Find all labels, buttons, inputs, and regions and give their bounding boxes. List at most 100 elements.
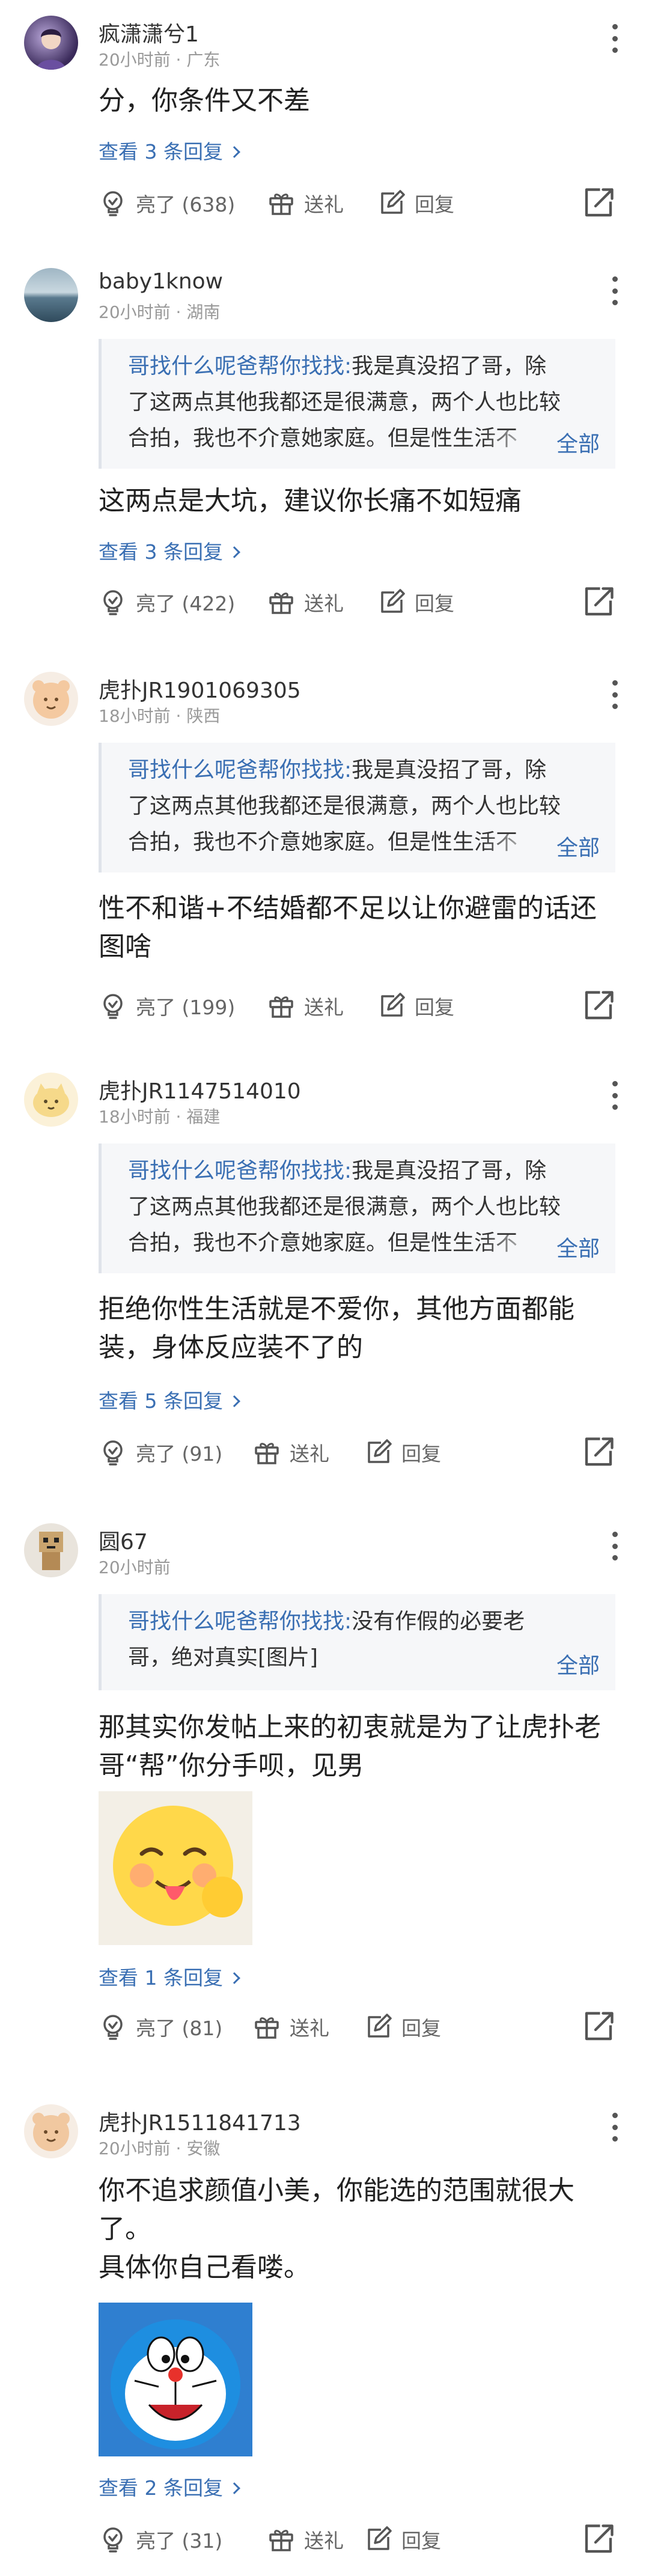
reply-button[interactable]: 回复: [377, 988, 454, 1024]
like-button[interactable]: 亮了 (422): [99, 584, 235, 620]
comment-text-line: 哥“帮”你分手呗，见男: [99, 1750, 364, 1781]
avatar[interactable]: [24, 2104, 78, 2158]
more-vertical-icon[interactable]: [607, 1077, 623, 1113]
comment-meta: 18小时前 · 福建: [99, 1107, 221, 1127]
username[interactable]: 圆67: [99, 1524, 148, 1556]
quote-author[interactable]: 哥找什么呢爸帮你找找:: [128, 354, 352, 379]
chevron-right-icon: [228, 146, 240, 158]
quoted-comment[interactable]: 哥找什么呢爸帮你找找:没有作假的必要老 哥，绝对真实[图片] 全部: [99, 1594, 615, 1690]
avatar[interactable]: [24, 16, 78, 70]
comment-item: 圆67 20小时前 哥找什么呢爸帮你找找:没有作假的必要老 哥，绝对真实[图片]…: [0, 1523, 649, 2046]
lightbulb-icon: [99, 189, 127, 218]
comment-text-line: 具体你自己看喽。: [99, 2252, 310, 2283]
like-button[interactable]: 亮了 (638): [99, 185, 235, 221]
like-button[interactable]: 亮了 (81): [99, 2009, 222, 2045]
reply-label: 回复: [401, 1442, 441, 1466]
comment-text-line: 图啥: [99, 931, 151, 962]
username[interactable]: 虎扑JR1901069305: [99, 673, 301, 704]
reply-label: 回复: [415, 996, 454, 1019]
quoted-comment[interactable]: 哥找什么呢爸帮你找找:我是真没招了哥，除 了这两点其他我都还是很满意，两个人也比…: [99, 743, 615, 872]
edit-icon: [377, 588, 406, 617]
avatar[interactable]: [24, 672, 78, 726]
sticker-image[interactable]: [99, 1791, 252, 1945]
share-icon[interactable]: [580, 584, 617, 620]
gift-label: 送礼: [290, 2017, 329, 2040]
username[interactable]: 疯潇潇兮1: [99, 17, 199, 48]
username[interactable]: 虎扑JR1147514010: [99, 1074, 301, 1105]
edit-icon: [364, 2525, 393, 2554]
reply-button[interactable]: 回复: [364, 1434, 441, 1470]
expand-all-link[interactable]: 全部: [556, 1231, 600, 1267]
share-icon[interactable]: [580, 2521, 617, 2557]
quote-line: 哥找什么呢爸帮你找找:没有作假的必要老: [128, 1604, 603, 1640]
gift-button[interactable]: 送礼: [267, 584, 344, 620]
view-replies-link[interactable]: 查看 3 条回复: [99, 536, 240, 565]
share-icon[interactable]: [580, 2009, 617, 2045]
sticker-image[interactable]: [99, 2303, 252, 2456]
more-vertical-icon[interactable]: [607, 273, 623, 309]
like-button[interactable]: 亮了 (91): [99, 1434, 222, 1470]
quote-author[interactable]: 哥找什么呢爸帮你找找:: [128, 1159, 352, 1183]
lightbulb-icon: [99, 2525, 127, 2554]
quote-author[interactable]: 哥找什么呢爸帮你找找:: [128, 758, 352, 782]
view-replies-label: 查看 2 条回复: [99, 2476, 223, 2500]
reply-button[interactable]: 回复: [377, 584, 454, 620]
quote-line: 了这两点其他我都还是很满意，两个人也比较: [128, 390, 561, 415]
reply-button[interactable]: 回复: [377, 185, 454, 221]
comment-meta: 20小时前 · 安徽: [99, 2139, 221, 2158]
username[interactable]: 虎扑JR1511841713: [99, 2106, 301, 2137]
share-icon[interactable]: [580, 1434, 617, 1470]
quote-line: 哥找什么呢爸帮你找找:我是真没招了哥，除: [128, 349, 603, 385]
reply-label: 回复: [415, 592, 454, 615]
avatar[interactable]: [24, 1073, 78, 1127]
like-button[interactable]: 亮了 (199): [99, 988, 235, 1024]
quote-author[interactable]: 哥找什么呢爸帮你找找:: [128, 1609, 352, 1634]
gift-button[interactable]: 送礼: [267, 2521, 344, 2557]
gift-icon: [252, 2012, 281, 2041]
share-icon[interactable]: [580, 988, 617, 1024]
lightbulb-icon: [99, 2012, 127, 2041]
quote-line: 哥找什么呢爸帮你找找:我是真没招了哥，除: [128, 752, 603, 788]
share-icon[interactable]: [580, 185, 617, 221]
gift-button[interactable]: 送礼: [252, 1434, 329, 1470]
quoted-comment[interactable]: 哥找什么呢爸帮你找找:我是真没招了哥，除 了这两点其他我都还是很满意，两个人也比…: [99, 1143, 615, 1273]
username[interactable]: baby1know: [99, 269, 223, 294]
more-vertical-icon[interactable]: [607, 677, 623, 713]
comment-meta: 20小时前: [99, 1557, 171, 1577]
view-replies-link[interactable]: 查看 2 条回复: [99, 2472, 240, 2501]
gift-button[interactable]: 送礼: [267, 185, 344, 221]
comment-text: 分，你条件又不差: [99, 82, 627, 120]
comment-meta: 20小时前 · 湖南: [99, 302, 221, 322]
avatar[interactable]: [24, 1523, 78, 1577]
expand-all-link[interactable]: 全部: [556, 427, 600, 463]
quote-line: 哥找什么呢爸帮你找找:我是真没招了哥，除: [128, 1153, 603, 1189]
chevron-right-icon: [228, 1395, 240, 1407]
like-button[interactable]: 亮了 (31): [99, 2521, 222, 2557]
edit-icon: [364, 2012, 393, 2041]
view-replies-link[interactable]: 查看 1 条回复: [99, 1962, 240, 1991]
expand-all-link[interactable]: 全部: [556, 1648, 600, 1684]
view-replies-link[interactable]: 查看 3 条回复: [99, 136, 240, 165]
quoted-comment[interactable]: 哥找什么呢爸帮你找找:我是真没招了哥，除 了这两点其他我都还是很满意，两个人也比…: [99, 339, 615, 469]
chevron-right-icon: [228, 1972, 240, 1984]
view-replies-link[interactable]: 查看 5 条回复: [99, 1385, 240, 1414]
quote-line: 了这两点其他我都还是很满意，两个人也比较: [128, 794, 561, 818]
gift-label: 送礼: [304, 996, 344, 1019]
more-vertical-icon[interactable]: [607, 2109, 623, 2145]
reply-button[interactable]: 回复: [364, 2521, 441, 2557]
expand-all-link[interactable]: 全部: [556, 830, 600, 866]
gift-label: 送礼: [304, 2529, 344, 2553]
view-replies-label: 查看 3 条回复: [99, 540, 223, 564]
reply-button[interactable]: 回复: [364, 2009, 441, 2045]
gift-button[interactable]: 送礼: [267, 988, 344, 1024]
like-count: 亮了 (199): [136, 996, 236, 1019]
edit-icon: [377, 991, 406, 1020]
more-vertical-icon[interactable]: [607, 20, 623, 56]
avatar[interactable]: [24, 268, 78, 322]
gift-icon: [267, 2525, 296, 2554]
emoji-tongue-sticker: [113, 1806, 243, 1926]
comment-item: 虎扑JR1147514010 18小时前 · 福建 哥找什么呢爸帮你找找:我是真…: [0, 1073, 649, 1481]
more-vertical-icon[interactable]: [607, 1528, 623, 1564]
gift-button[interactable]: 送礼: [252, 2009, 329, 2045]
view-replies-label: 查看 5 条回复: [99, 1389, 223, 1413]
